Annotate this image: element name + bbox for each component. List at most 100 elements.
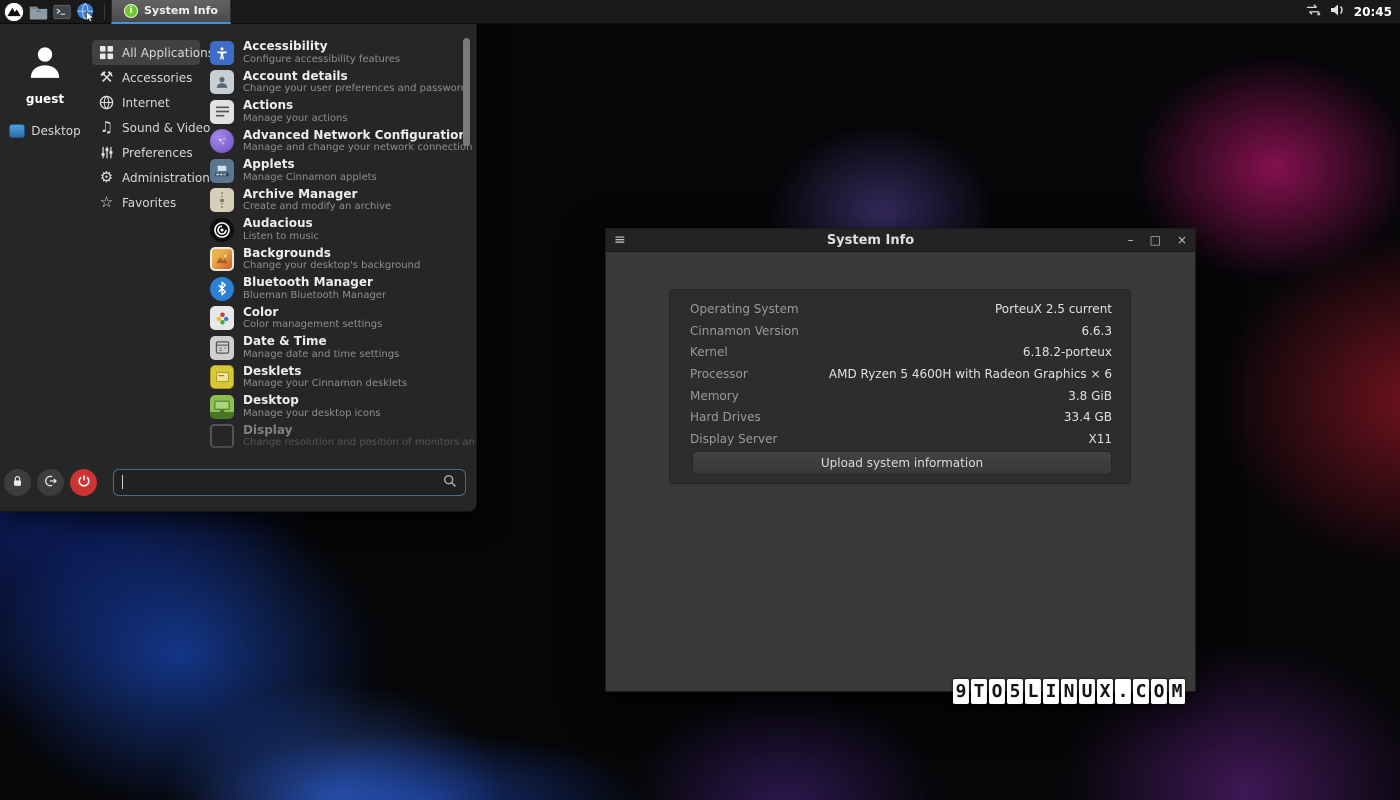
app-item-backgrounds[interactable]: Backgrounds Change your desktop's backgr… (208, 245, 474, 275)
gear-icon: ⚙ (98, 169, 115, 186)
info-row-operating-system: Operating System PorteuX 2.5 current (690, 298, 1112, 320)
star-icon: ☆ (98, 194, 115, 211)
category-administration[interactable]: ⚙ Administration (92, 165, 200, 190)
color-pinwheel-icon (210, 306, 234, 330)
calendar-clock-icon (210, 336, 234, 360)
window-menu-icon[interactable]: ≡ (614, 232, 634, 248)
menu-main: guest Desktop All Applications ⚒ Accesso… (0, 24, 476, 461)
user-name: guest (26, 92, 64, 106)
music-note-icon: ♫ (98, 119, 115, 136)
watermark-letter: C (1133, 679, 1149, 704)
menu-button[interactable] (2, 0, 26, 24)
app-item-applets[interactable]: Applets Manage Cinnamon applets (208, 156, 474, 186)
watermark-letter: 5 (1007, 679, 1023, 704)
watermark-letter: O (1151, 679, 1167, 704)
shutdown-button[interactable] (70, 469, 97, 496)
app-item-date-time[interactable]: Date & Time Manage date and time setting… (208, 333, 474, 363)
watermark-letter: M (1169, 679, 1185, 704)
desktop-screen-icon (210, 395, 234, 419)
category-all-applications[interactable]: All Applications (92, 40, 200, 65)
applets-icon (210, 159, 234, 183)
menu-user-column: guest Desktop (0, 24, 90, 461)
maximize-button[interactable]: □ (1150, 234, 1161, 246)
category-internet[interactable]: Internet (92, 90, 200, 115)
terminal-icon (53, 4, 71, 20)
globe-cursor-icon (76, 2, 96, 22)
info-row-kernel: Kernel 6.18.2-porteux (690, 341, 1112, 363)
system-tray: 20:45 (1304, 0, 1400, 23)
list-icon (210, 100, 234, 124)
watermark-letter: X (1097, 679, 1113, 704)
app-item-advanced-network-configuration[interactable]: Advanced Network Configuration Manage an… (208, 127, 474, 157)
panel-clock[interactable]: 20:45 (1354, 5, 1392, 19)
watermark-letter: L (1025, 679, 1041, 704)
category-accessories[interactable]: ⚒ Accessories (92, 65, 200, 90)
top-panel: i System Info 20:45 (0, 0, 1400, 24)
desktop-place-icon (9, 124, 25, 138)
app-item-archive-manager[interactable]: Archive Manager Create and modify an arc… (208, 186, 474, 216)
accessibility-icon (210, 41, 234, 65)
app-item-desktop[interactable]: Desktop Manage your desktop icons (208, 392, 474, 422)
user-avatar[interactable] (25, 42, 65, 82)
folder-icon (29, 4, 48, 20)
app-item-desklets[interactable]: Desklets Manage your Cinnamon desklets (208, 363, 474, 393)
window-body: Operating System PorteuX 2.5 current Cin… (606, 252, 1195, 692)
upload-system-information-button[interactable]: Upload system information (692, 451, 1112, 475)
place-item-desktop[interactable]: Desktop (9, 124, 81, 138)
category-preferences[interactable]: Preferences (92, 140, 200, 165)
lock-icon (11, 473, 24, 492)
close-button[interactable]: × (1177, 234, 1187, 246)
watermark-letter: . (1115, 679, 1131, 704)
logout-icon (44, 473, 58, 492)
window-controls: – □ × (1107, 234, 1187, 246)
lock-button[interactable] (4, 469, 31, 496)
window-title: System Info (634, 233, 1107, 248)
volume-icon[interactable] (1330, 2, 1346, 21)
category-sound-video[interactable]: ♫ Sound & Video (92, 115, 200, 140)
user-card-icon (210, 70, 234, 94)
watermark-letter: I (1043, 679, 1059, 704)
app-item-bluetooth-manager[interactable]: Bluetooth Manager Blueman Bluetooth Mana… (208, 274, 474, 304)
power-icon (77, 473, 91, 492)
logout-button[interactable] (37, 469, 64, 496)
bluetooth-icon (210, 277, 234, 301)
menu-search-box[interactable] (113, 469, 466, 496)
panel-launchers (0, 0, 98, 23)
app-item-audacious[interactable]: Audacious Listen to music (208, 215, 474, 245)
category-favorites[interactable]: ☆ Favorites (92, 190, 200, 215)
porteux-logo-icon (4, 2, 24, 22)
desktop-wallpaper: i System Info 20:45 guest Desk (0, 0, 1400, 800)
titlebar[interactable]: ≡ System Info – □ × (606, 229, 1195, 252)
audacious-icon (210, 218, 234, 242)
taskbar-item-system-info[interactable]: i System Info (111, 0, 231, 24)
watermark-letter: O (989, 679, 1005, 704)
app-item-actions[interactable]: Actions Manage your actions (208, 97, 474, 127)
sliders-icon (98, 144, 115, 161)
watermark-letter: U (1079, 679, 1095, 704)
minimize-button[interactable]: – (1128, 234, 1134, 246)
tools-icon: ⚒ (98, 69, 115, 86)
file-manager-launcher[interactable] (26, 0, 50, 24)
info-icon: i (124, 4, 138, 18)
menu-bottom-bar (0, 461, 476, 511)
system-info-panel: Operating System PorteuX 2.5 current Cin… (669, 289, 1131, 484)
info-row-memory: Memory 3.8 GiB (690, 385, 1112, 407)
panel-separator (104, 4, 105, 20)
app-grid-icon (98, 44, 115, 61)
watermark-letter: N (1061, 679, 1077, 704)
search-input[interactable] (123, 475, 443, 489)
desklet-icon (210, 365, 234, 389)
app-item-accessibility[interactable]: Accessibility Configure accessibility fe… (208, 38, 474, 68)
info-row-processor: Processor AMD Ryzen 5 4600H with Radeon … (690, 363, 1112, 385)
app-item-account-details[interactable]: Account details Change your user prefere… (208, 68, 474, 98)
app-list-scrollbar[interactable] (463, 38, 470, 146)
info-row-display-server: Display Server X11 (690, 428, 1112, 450)
network-offline-icon[interactable] (1304, 2, 1322, 21)
web-browser-launcher[interactable] (74, 0, 98, 24)
terminal-launcher[interactable] (50, 0, 74, 24)
search-icon (443, 473, 457, 492)
app-item-display[interactable]: Display Change resolution and position o… (208, 422, 474, 452)
application-menu: guest Desktop All Applications ⚒ Accesso… (0, 24, 477, 512)
archive-icon (210, 188, 234, 212)
app-item-color[interactable]: Color Color management settings (208, 304, 474, 334)
